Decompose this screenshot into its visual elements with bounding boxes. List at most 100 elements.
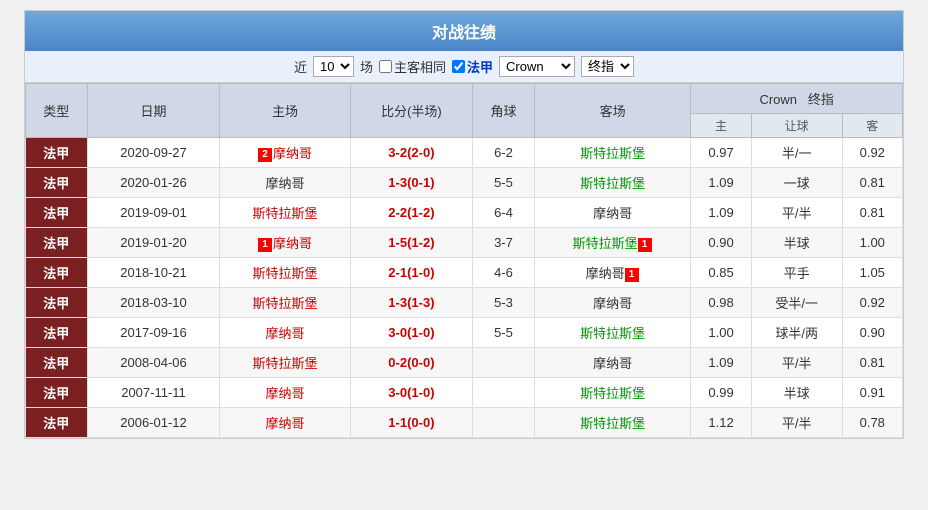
recent-select[interactable]: 10 5 15 20 xyxy=(313,56,354,77)
cell-odds-home: 1.00 xyxy=(691,318,751,348)
odds-type-select[interactable]: 终指 初指 xyxy=(581,56,634,77)
col-date: 日期 xyxy=(87,84,220,138)
cell-odds-handicap: 平/半 xyxy=(751,198,842,228)
cell-odds-home: 0.99 xyxy=(691,378,751,408)
cell-odds-handicap: 受半/一 xyxy=(751,288,842,318)
league-label[interactable]: 法甲 xyxy=(452,57,493,76)
cell-odds-away: 1.00 xyxy=(842,228,902,258)
cell-corners xyxy=(473,348,535,378)
table-row: 法甲2006-01-12摩纳哥1-1(0-0)斯特拉斯堡1.12平/半0.78 xyxy=(26,408,903,438)
cell-date: 2020-01-26 xyxy=(87,168,220,198)
cell-date: 2019-09-01 xyxy=(87,198,220,228)
cell-odds-handicap: 一球 xyxy=(751,168,842,198)
cell-corners: 6-4 xyxy=(473,198,535,228)
cell-score: 3-0(1-0) xyxy=(350,318,473,348)
cell-away: 摩纳哥 xyxy=(534,198,691,228)
cell-type: 法甲 xyxy=(26,408,88,438)
cell-odds-away: 0.81 xyxy=(842,168,902,198)
col-type: 类型 xyxy=(26,84,88,138)
cell-corners xyxy=(473,408,535,438)
cell-odds-away: 0.78 xyxy=(842,408,902,438)
cell-odds-home: 1.09 xyxy=(691,198,751,228)
cell-odds-away: 0.81 xyxy=(842,198,902,228)
cell-home: 摩纳哥 xyxy=(220,168,350,198)
cell-odds-away: 0.92 xyxy=(842,138,902,168)
table-row: 法甲2017-09-16摩纳哥3-0(1-0)5-5斯特拉斯堡1.00球半/两0… xyxy=(26,318,903,348)
col-odds-home: 主 xyxy=(691,114,751,138)
col-score: 比分(半场) xyxy=(350,84,473,138)
cell-corners: 6-2 xyxy=(473,138,535,168)
cell-type: 法甲 xyxy=(26,168,88,198)
cell-score: 2-2(1-2) xyxy=(350,198,473,228)
cell-odds-handicap: 半/一 xyxy=(751,138,842,168)
cell-date: 2018-10-21 xyxy=(87,258,220,288)
cell-away: 斯特拉斯堡 xyxy=(534,138,691,168)
page-title: 对战往绩 xyxy=(432,25,496,42)
cell-score: 1-3(1-3) xyxy=(350,288,473,318)
cell-type: 法甲 xyxy=(26,378,88,408)
table-row: 法甲2019-09-01斯特拉斯堡2-2(1-2)6-4摩纳哥1.09平/半0.… xyxy=(26,198,903,228)
cell-odds-away: 0.91 xyxy=(842,378,902,408)
col-odds-group: Crown 终指 xyxy=(691,84,903,114)
cell-odds-home: 1.09 xyxy=(691,348,751,378)
filter-bar: 近 10 5 15 20 场 主客相同 法甲 Crown Bet365 Pinn… xyxy=(25,51,903,83)
table-row: 法甲2008-04-06斯特拉斯堡0-2(0-0)摩纳哥1.09平/半0.81 xyxy=(26,348,903,378)
cell-home: 摩纳哥 xyxy=(220,318,350,348)
cell-score: 1-1(0-0) xyxy=(350,408,473,438)
table-row: 法甲2018-03-10斯特拉斯堡1-3(1-3)5-3摩纳哥0.98受半/一0… xyxy=(26,288,903,318)
cell-date: 2007-11-11 xyxy=(87,378,220,408)
cell-home: 摩纳哥 xyxy=(220,408,350,438)
cell-odds-handicap: 半球 xyxy=(751,228,842,258)
cell-odds-handicap: 平手 xyxy=(751,258,842,288)
league-checkbox[interactable] xyxy=(452,60,465,73)
col-odds-handicap: 让球 xyxy=(751,114,842,138)
col-away: 客场 xyxy=(534,84,691,138)
cell-type: 法甲 xyxy=(26,288,88,318)
cell-score: 2-1(1-0) xyxy=(350,258,473,288)
cell-score: 0-2(0-0) xyxy=(350,348,473,378)
history-table: 类型 日期 主场 比分(半场) 角球 客场 Crown 终指 主 让球 客 法甲… xyxy=(25,83,903,438)
cell-home: 斯特拉斯堡 xyxy=(220,348,350,378)
cell-home: 斯特拉斯堡 xyxy=(220,258,350,288)
cell-away: 斯特拉斯堡 xyxy=(534,408,691,438)
recent-label: 近 xyxy=(294,57,307,76)
cell-corners: 5-5 xyxy=(473,168,535,198)
cell-home: 1摩纳哥 xyxy=(220,228,350,258)
cell-type: 法甲 xyxy=(26,348,88,378)
col-odds-away: 客 xyxy=(842,114,902,138)
cell-date: 2020-09-27 xyxy=(87,138,220,168)
cell-score: 3-2(2-0) xyxy=(350,138,473,168)
table-row: 法甲2018-10-21斯特拉斯堡2-1(1-0)4-6摩纳哥10.85平手1.… xyxy=(26,258,903,288)
cell-away: 摩纳哥1 xyxy=(534,258,691,288)
table-row: 法甲2007-11-11摩纳哥3-0(1-0) 斯特拉斯堡0.99半球0.91 xyxy=(26,378,903,408)
cell-date: 2008-04-06 xyxy=(87,348,220,378)
main-container: 对战往绩 近 10 5 15 20 场 主客相同 法甲 Crown Bet365… xyxy=(24,10,904,439)
cell-date: 2019-01-20 xyxy=(87,228,220,258)
cell-away: 斯特拉斯堡 xyxy=(534,318,691,348)
games-label: 场 xyxy=(360,57,373,76)
cell-home: 2摩纳哥 xyxy=(220,138,350,168)
cell-home: 斯特拉斯堡 xyxy=(220,198,350,228)
same-venue-label[interactable]: 主客相同 xyxy=(379,57,446,76)
same-venue-checkbox[interactable] xyxy=(379,60,392,73)
cell-score: 3-0(1-0) xyxy=(350,378,473,408)
cell-odds-handicap: 平/半 xyxy=(751,408,842,438)
cell-odds-home: 1.12 xyxy=(691,408,751,438)
cell-type: 法甲 xyxy=(26,258,88,288)
cell-away: 摩纳哥 xyxy=(534,348,691,378)
cell-odds-away: 0.92 xyxy=(842,288,902,318)
company-select[interactable]: Crown Bet365 Pinnacle xyxy=(499,56,575,77)
header-row: 类型 日期 主场 比分(半场) 角球 客场 Crown 终指 xyxy=(26,84,903,114)
cell-home: 摩纳哥 xyxy=(220,378,350,408)
cell-corners: 4-6 xyxy=(473,258,535,288)
cell-away: 斯特拉斯堡 xyxy=(534,378,691,408)
cell-odds-handicap: 半球 xyxy=(751,378,842,408)
cell-away: 斯特拉斯堡1 xyxy=(534,228,691,258)
cell-odds-home: 0.90 xyxy=(691,228,751,258)
table-row: 法甲2019-01-201摩纳哥1-5(1-2)3-7斯特拉斯堡10.90半球1… xyxy=(26,228,903,258)
cell-away: 摩纳哥 xyxy=(534,288,691,318)
cell-corners: 3-7 xyxy=(473,228,535,258)
cell-odds-handicap: 平/半 xyxy=(751,348,842,378)
title-bar: 对战往绩 xyxy=(25,11,903,51)
cell-odds-home: 0.98 xyxy=(691,288,751,318)
